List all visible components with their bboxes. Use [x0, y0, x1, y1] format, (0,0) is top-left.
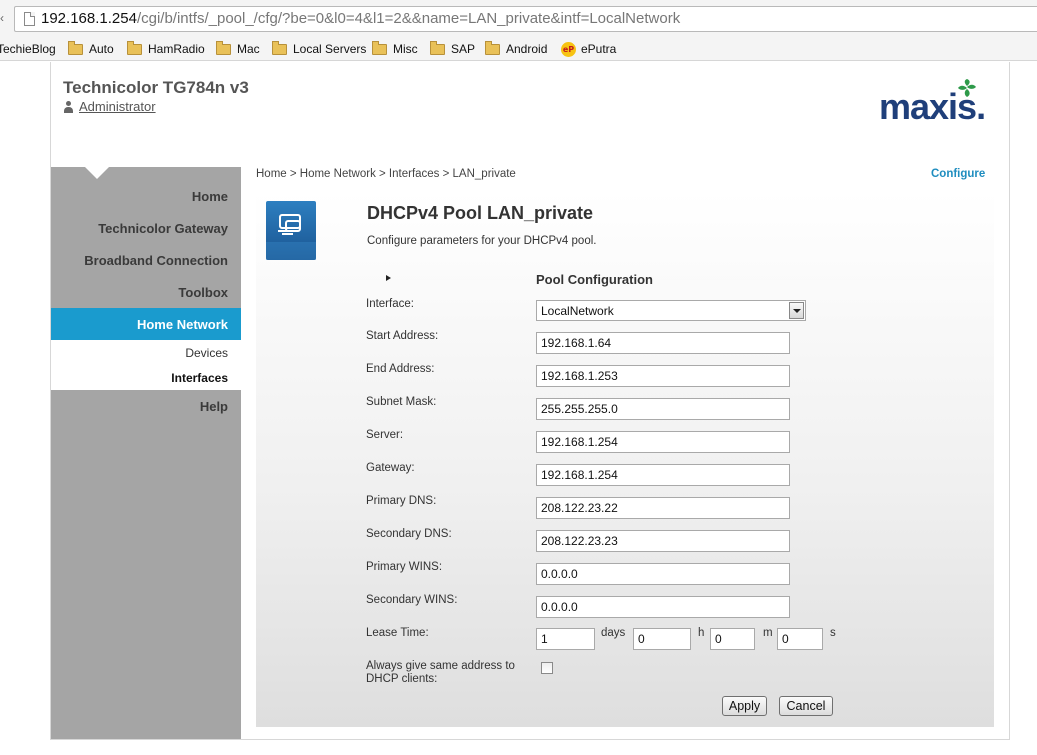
gateway-label: Gateway: — [366, 462, 415, 474]
back-edge-glyph: ‹ — [0, 11, 4, 25]
secondary-dns-input[interactable] — [536, 530, 790, 552]
nav-help[interactable]: Help — [51, 399, 241, 414]
start-address-input[interactable] — [536, 332, 790, 354]
bookmark-label: Misc — [393, 42, 418, 56]
url-field[interactable]: 192.168.1.254/cgi/b/intfs/_pool_/cfg/?be… — [14, 6, 1037, 32]
bookmark-eputra[interactable]: eP ePutra — [561, 40, 616, 58]
user-info: Administrator — [63, 99, 156, 114]
user-icon — [63, 100, 74, 113]
url-path: /cgi/b/intfs/_pool_/cfg/?be=0&l0=4&l1=2&… — [136, 10, 681, 27]
folder-icon — [216, 40, 231, 55]
server-input[interactable] — [536, 431, 790, 453]
expand-arrow-icon[interactable] — [386, 275, 391, 281]
nav-toolbox[interactable]: Toolbox — [51, 285, 241, 300]
nav-broadband-connection[interactable]: Broadband Connection — [51, 253, 241, 268]
url-host: 192.168.1.254 — [41, 10, 137, 27]
secondary-wins-label: Secondary WINS: — [366, 594, 458, 606]
bookmark-label: Auto — [89, 42, 114, 56]
bookmark-label: TechieBlog — [0, 42, 56, 56]
network-card-icon — [266, 201, 316, 260]
folder-icon — [68, 40, 83, 55]
same-address-checkbox[interactable] — [541, 662, 553, 674]
nav-home[interactable]: Home — [51, 189, 241, 204]
primary-dns-label: Primary DNS: — [366, 495, 437, 507]
maxis-logo: maxis. — [879, 77, 1001, 129]
days-unit: days — [601, 627, 626, 639]
start-address-label: Start Address: — [366, 330, 439, 342]
panel-description: Configure parameters for your DHCPv4 poo… — [367, 235, 597, 247]
same-address-label: Always give same address to DHCP clients… — [366, 660, 515, 686]
nav-home-network-label: Home Network — [136, 317, 228, 332]
folder-icon — [372, 40, 387, 55]
bookmark-sap[interactable]: SAP — [430, 40, 475, 58]
subnav-interfaces[interactable]: Interfaces — [171, 371, 228, 385]
bookmark-mac[interactable]: Mac — [216, 40, 260, 58]
folder-icon — [127, 40, 142, 55]
same-address-label-line1: Always give same address to — [366, 660, 515, 672]
page-icon — [24, 12, 35, 26]
section-heading: Pool Configuration — [536, 272, 653, 287]
lease-minutes-input[interactable] — [710, 628, 755, 650]
address-bar-area: ‹ 192.168.1.254/cgi/b/intfs/_pool_/cfg/?… — [0, 0, 1037, 37]
interface-select[interactable]: LocalNetwork — [536, 300, 806, 321]
bookmark-local-servers[interactable]: Local Servers — [272, 40, 366, 58]
url-text[interactable]: 192.168.1.254/cgi/b/intfs/_pool_/cfg/?be… — [41, 10, 680, 27]
sidebar-notch — [85, 167, 109, 179]
secondary-dns-label: Secondary DNS: — [366, 528, 452, 540]
chevron-down-icon[interactable] — [789, 302, 804, 319]
interface-select-value: LocalNetwork — [541, 304, 614, 318]
panel-title: DHCPv4 Pool LAN_private — [367, 203, 594, 223]
seconds-unit: s — [830, 627, 836, 639]
bookmark-label: SAP — [451, 42, 476, 56]
primary-wins-input[interactable] — [536, 563, 790, 585]
bookmark-hamradio[interactable]: HamRadio — [127, 40, 205, 58]
minutes-unit: m — [763, 627, 773, 639]
folder-icon — [272, 40, 287, 55]
bookmark-techieblog[interactable]: TechieBlog — [0, 40, 56, 58]
bookmarks-bar: TechieBlog Auto HamRadio Mac Local Serve… — [0, 37, 1037, 61]
bookmark-label: HamRadio — [148, 42, 205, 56]
end-address-input[interactable] — [536, 365, 790, 387]
configure-link[interactable]: Configure — [931, 168, 985, 180]
cancel-button[interactable]: Cancel — [779, 696, 833, 716]
same-address-label-line2: DHCP clients: — [366, 673, 438, 685]
lease-days-input[interactable] — [536, 628, 595, 650]
nav-home-network[interactable]: Home Network — [51, 308, 241, 340]
gateway-input[interactable] — [536, 464, 790, 486]
hours-unit: h — [698, 627, 705, 639]
nav-technicolor-gateway[interactable]: Technicolor Gateway — [51, 221, 241, 236]
lease-hours-input[interactable] — [633, 628, 691, 650]
subnav-devices[interactable]: Devices — [185, 346, 228, 360]
interface-label: Interface: — [366, 298, 414, 310]
bookmark-android[interactable]: Android — [485, 40, 547, 58]
folder-icon — [430, 40, 445, 55]
logo-text: maxis. — [879, 86, 986, 127]
secondary-wins-input[interactable] — [536, 596, 790, 618]
lease-seconds-input[interactable] — [777, 628, 823, 650]
primary-dns-input[interactable] — [536, 497, 790, 519]
folder-icon — [485, 40, 500, 55]
administrator-link[interactable]: Administrator — [79, 99, 156, 114]
lease-time-label: Lease Time: — [366, 627, 429, 639]
bookmark-misc[interactable]: Misc — [372, 40, 418, 58]
bookmark-label: Android — [506, 42, 548, 56]
server-label: Server: — [366, 429, 404, 441]
bookmark-auto[interactable]: Auto — [68, 40, 114, 58]
primary-wins-label: Primary WINS: — [366, 561, 443, 573]
end-address-label: End Address: — [366, 363, 435, 375]
eputra-icon: eP — [561, 41, 576, 57]
subnav: Devices Interfaces — [51, 340, 241, 390]
device-title: Technicolor TG784n v3 — [63, 78, 249, 97]
bookmark-label: Mac — [237, 42, 260, 56]
subnet-mask-input[interactable] — [536, 398, 790, 420]
bookmark-label: Local Servers — [293, 42, 367, 56]
subnet-mask-label: Subnet Mask: — [366, 396, 437, 408]
breadcrumb[interactable]: Home > Home Network > Interfaces > LAN_p… — [256, 168, 516, 180]
bookmark-label: ePutra — [581, 42, 617, 56]
apply-button[interactable]: Apply — [722, 696, 767, 716]
